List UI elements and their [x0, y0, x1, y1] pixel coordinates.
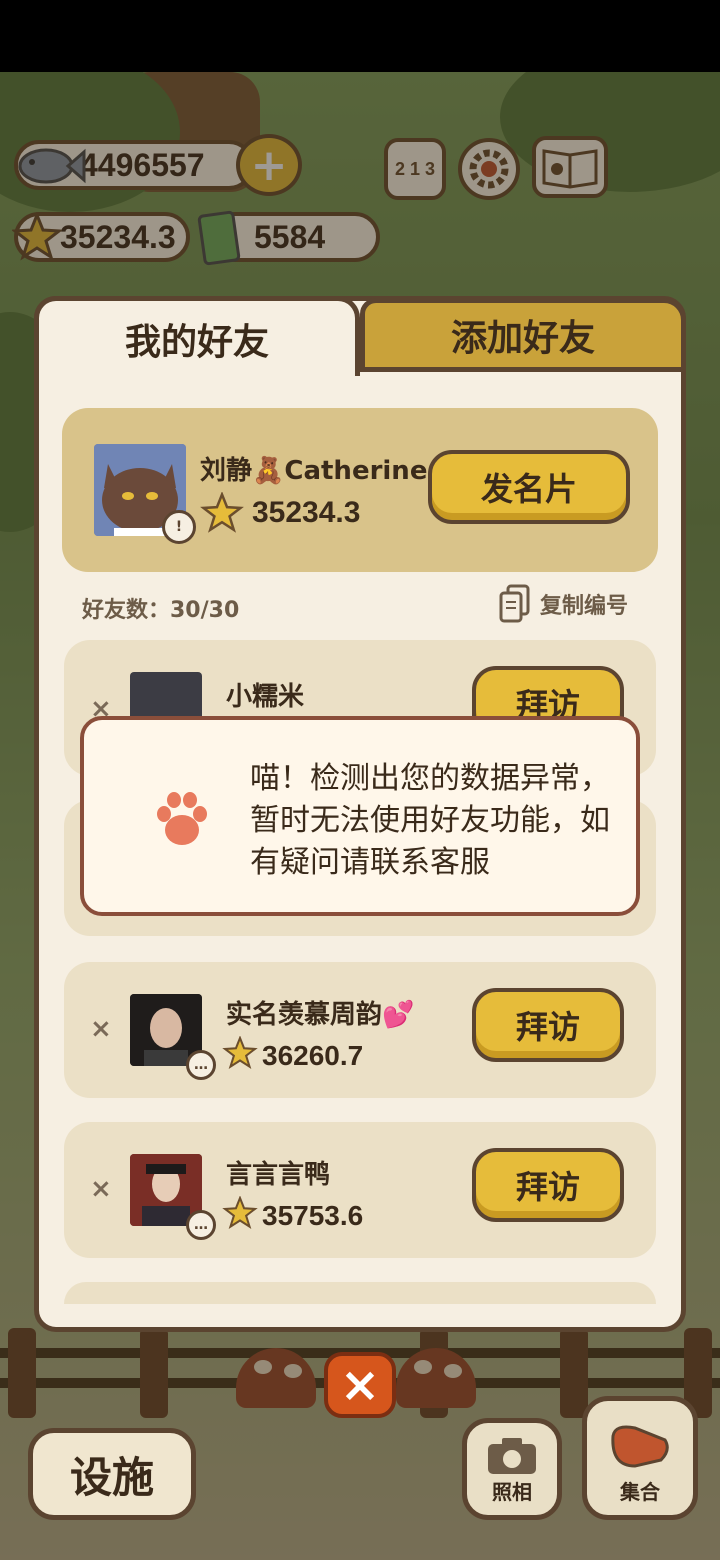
- remove-friend-icon[interactable]: ×: [90, 1174, 112, 1204]
- star-icon: [222, 1036, 258, 1069]
- alert-badge: !: [162, 510, 196, 544]
- friend-name: 小糯米: [226, 682, 305, 712]
- tab-my-friends[interactable]: 我的好友: [34, 296, 360, 376]
- camera-icon: [488, 1438, 536, 1474]
- gather-label: 集合: [620, 1480, 660, 1504]
- star-icon: [222, 1196, 258, 1229]
- friend-name: 实名羡慕周韵💕: [226, 1000, 415, 1030]
- close-icon: ×: [339, 1357, 381, 1413]
- copy-id-button[interactable]: 复制编号: [498, 584, 628, 624]
- camera-button[interactable]: 照相: [462, 1418, 562, 1520]
- tab-add-friend[interactable]: 添加好友: [360, 298, 686, 372]
- visit-button[interactable]: 拜访: [472, 988, 624, 1062]
- star-icon: [200, 492, 244, 533]
- status-bar: [0, 0, 720, 72]
- friend-name: 言言言鸭: [226, 1160, 331, 1190]
- facilities-button[interactable]: 设施: [28, 1428, 196, 1520]
- gather-button[interactable]: 集合: [582, 1396, 698, 1520]
- friend-score: 35753.6: [262, 1200, 364, 1231]
- my-name: 刘静🧸Catherine: [200, 456, 428, 486]
- friend-score: 36260.7: [262, 1040, 364, 1071]
- copy-icon: [499, 584, 530, 623]
- toast-message: 喵！检测出您的数据异常，暂时无法使用好友功能，如有疑问请联系客服: [250, 761, 610, 880]
- visit-button[interactable]: 拜访: [472, 1148, 624, 1222]
- chat-badge-icon: …: [186, 1050, 216, 1080]
- close-button[interactable]: ×: [324, 1352, 396, 1418]
- my-score: 35234.3: [252, 496, 361, 529]
- error-toast: 喵！检测出您的数据异常，暂时无法使用好友功能，如有疑问请联系客服: [80, 716, 640, 916]
- camera-label: 照相: [492, 1480, 532, 1504]
- chat-badge-icon: …: [186, 1210, 216, 1240]
- send-card-button[interactable]: 发名片: [428, 450, 630, 524]
- remove-friend-icon[interactable]: ×: [90, 1014, 112, 1044]
- paw-icon: [157, 792, 207, 845]
- friend-row: × … 言言言鸭 35753.6 拜访: [64, 1122, 656, 1258]
- friend-row: × … 实名羡慕周韵💕 36260.7 拜访: [64, 962, 656, 1098]
- whistle-icon: [611, 1425, 669, 1468]
- friend-count: 好友数：30/30: [82, 598, 240, 623]
- friend-row-partial: [64, 1282, 656, 1304]
- copy-id-label: 复制编号: [540, 594, 629, 619]
